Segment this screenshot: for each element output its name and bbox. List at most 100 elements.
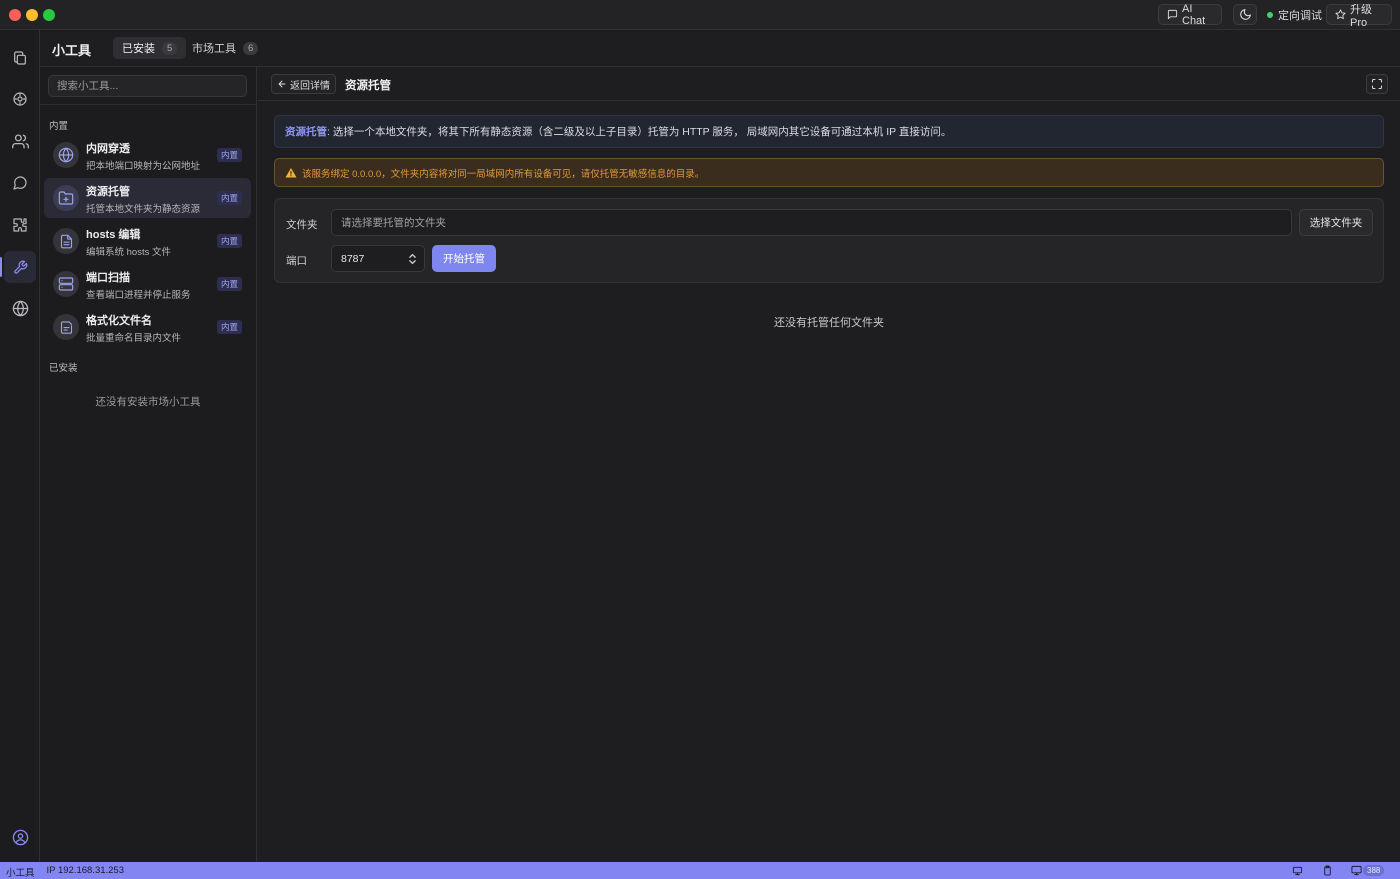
activity-item-plugins[interactable]	[4, 209, 36, 241]
debug-status[interactable]: 定向调试	[1267, 4, 1322, 25]
tool-item-resource-hosting[interactable]: 资源托管 托管本地文件夹为静态资源 内置	[44, 178, 251, 218]
upgrade-pro-button[interactable]: 升级 Pro	[1326, 4, 1392, 29]
back-label: 返回详情	[290, 80, 330, 92]
status-bar: 小工具 IP 192.168.31.253 388	[0, 862, 1400, 879]
tool-desc: 批量重命名目录内文件	[86, 333, 182, 344]
status-ip-label: IP 192.168.31.253	[46, 865, 124, 876]
builtin-badge: 内置	[216, 148, 242, 162]
section-label-builtin: 内置	[49, 121, 69, 132]
window-minimize-button[interactable]	[26, 9, 38, 21]
tool-desc: 托管本地文件夹为静态资源	[86, 204, 201, 215]
folder-plus-icon	[53, 185, 79, 211]
expand-icon	[1371, 78, 1383, 90]
tool-name: hosts 编辑	[86, 229, 141, 241]
activity-item-target[interactable]	[4, 83, 36, 115]
tab-count-badge: 6	[243, 41, 259, 55]
empty-installed-message: 还没有安装市场小工具	[95, 396, 201, 408]
user-circle-icon	[12, 829, 29, 846]
tool-name: 格式化文件名	[86, 315, 152, 327]
select-folder-button[interactable]: 选择文件夹	[1299, 209, 1373, 236]
main-panel: 返回详情 资源托管 资源托管 : 选择一个本地文件夹，将其下所有静态资源（含二级…	[258, 67, 1400, 862]
monitor-icon[interactable]	[1351, 865, 1362, 876]
tools-sidebar: 内置 内网穿透 把本地端口映射为公网地址 内置 资源托管 托管本地文件夹为静态资…	[40, 67, 257, 862]
activity-item-files[interactable]	[4, 42, 36, 74]
builtin-badge: 内置	[216, 191, 242, 205]
window-maximize-button[interactable]	[43, 9, 55, 21]
builtin-badge: 内置	[216, 234, 242, 248]
builtin-badge: 内置	[216, 277, 242, 291]
tab-market[interactable]: 市场工具 6	[183, 37, 267, 59]
port-label: 端口	[286, 255, 307, 267]
window-close-button[interactable]	[9, 9, 21, 21]
globe-icon	[12, 299, 29, 317]
copy-icon	[12, 50, 28, 66]
tool-desc: 把本地端口映射为公网地址	[86, 161, 201, 172]
info-title: 资源托管	[285, 126, 327, 138]
clipboard-icon[interactable]	[1322, 865, 1333, 876]
file-text-icon	[53, 228, 79, 254]
tools-header: 小工具 已安装 5 市场工具 6	[40, 30, 1400, 67]
info-text: : 选择一个本地文件夹，将其下所有静态资源（含二级及以上子目录）托管为 HTTP…	[327, 126, 952, 138]
warning-text: 该服务绑定 0.0.0.0，文件夹内容将对同一局域网内所有设备可见，请仅托管无敏…	[302, 168, 705, 180]
search-bar	[40, 67, 256, 105]
port-value: 8787	[341, 253, 365, 265]
activity-item-tools[interactable]	[0, 251, 36, 283]
info-banner: 资源托管 : 选择一个本地文件夹，将其下所有静态资源（含二级及以上子目录）托管为…	[274, 115, 1384, 148]
back-to-detail-button[interactable]: 返回详情	[271, 74, 336, 94]
ai-chat-button[interactable]: AI Chat	[1158, 2, 1222, 27]
port-input[interactable]: 8787	[331, 245, 425, 272]
tool-desc: 编辑系统 hosts 文件	[86, 247, 171, 258]
search-input[interactable]	[48, 75, 247, 97]
tool-title: 资源托管	[345, 80, 391, 92]
target-icon	[12, 91, 28, 107]
tool-item-hosts-editor[interactable]: hosts 编辑 编辑系统 hosts 文件 内置	[44, 221, 251, 261]
server-icon	[53, 271, 79, 297]
fullscreen-button[interactable]	[1366, 74, 1388, 94]
status-label: 定向调试	[1278, 9, 1322, 22]
status-dot	[1267, 11, 1273, 18]
file-rename-icon	[53, 314, 79, 340]
main-toolbar: 返回详情 资源托管	[258, 67, 1400, 101]
tool-item-rename-files[interactable]: 格式化文件名 批量重命名目录内文件 内置	[44, 307, 251, 347]
title-bar: AI Chat 定向调试 升级 Pro	[0, 0, 1400, 30]
tab-label: 已安装	[122, 43, 155, 55]
puzzle-icon	[12, 217, 28, 233]
moon-icon	[1239, 8, 1252, 21]
chat-icon	[1167, 9, 1178, 20]
globe-icon	[53, 142, 79, 168]
hosting-form: 文件夹 选择文件夹 端口 8787 开始托管	[274, 198, 1384, 283]
theme-toggle-button[interactable]	[1233, 4, 1257, 25]
users-icon	[11, 133, 29, 150]
activity-item-web[interactable]	[4, 292, 36, 324]
tool-name: 资源托管	[86, 186, 130, 198]
activity-item-account[interactable]	[4, 821, 36, 853]
warning-icon	[285, 167, 297, 179]
wrench-icon	[13, 260, 28, 275]
tool-item-tunnel[interactable]: 内网穿透 把本地端口映射为公网地址 内置	[44, 135, 251, 175]
section-label-installed: 已安装	[49, 363, 78, 374]
tab-installed[interactable]: 已安装 5	[113, 37, 187, 59]
tool-name: 端口扫描	[86, 272, 130, 284]
tab-label: 市场工具	[192, 43, 236, 55]
star-icon	[1335, 9, 1346, 20]
arrow-left-icon	[277, 79, 287, 89]
status-app-label: 小工具	[6, 868, 35, 879]
tab-count-badge: 5	[162, 41, 178, 55]
tool-name: 内网穿透	[86, 143, 130, 155]
folder-path-input[interactable]	[331, 209, 1292, 236]
upgrade-pro-label: 升级 Pro	[1350, 3, 1372, 29]
activity-item-chat[interactable]	[4, 167, 36, 199]
status-count-badge: 388	[1363, 865, 1385, 876]
ai-chat-label: AI Chat	[1182, 2, 1206, 27]
tool-item-port-scan[interactable]: 端口扫描 查看端口进程并停止服务 内置	[44, 264, 251, 304]
activity-bar	[0, 30, 40, 862]
activity-item-users[interactable]	[4, 125, 36, 157]
empty-hosting-message: 还没有托管任何文件夹	[774, 317, 884, 329]
screenshot-icon[interactable]	[1292, 865, 1303, 876]
start-hosting-button[interactable]: 开始托管	[432, 245, 496, 272]
chat-bubble-icon	[12, 175, 28, 191]
tool-desc: 查看端口进程并停止服务	[86, 290, 191, 301]
page-title: 小工具	[52, 43, 92, 58]
warning-banner: 该服务绑定 0.0.0.0，文件夹内容将对同一局域网内所有设备可见，请仅托管无敏…	[274, 158, 1384, 187]
stepper-icon[interactable]	[408, 252, 417, 266]
